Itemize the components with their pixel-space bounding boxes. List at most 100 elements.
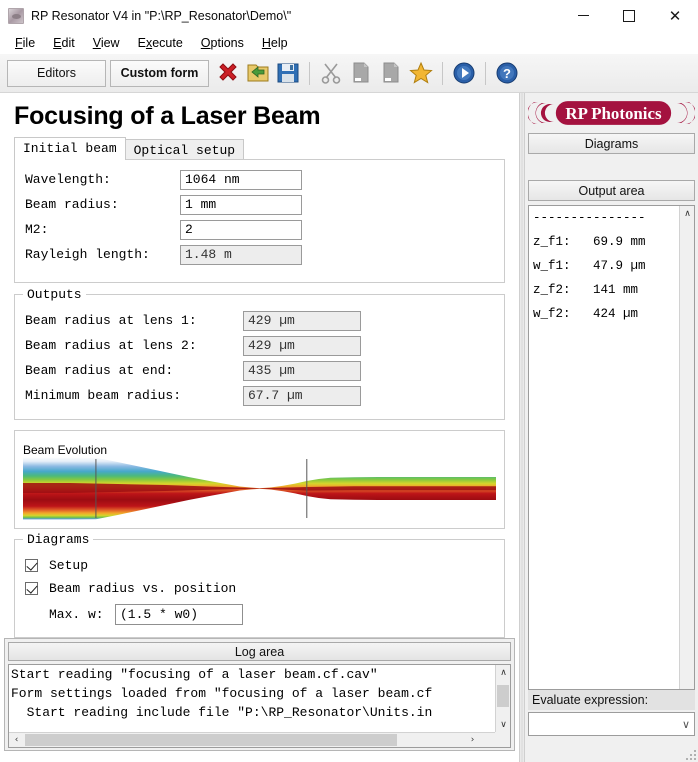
- cut-scissors-icon[interactable]: [316, 58, 346, 88]
- log-area-header: Log area: [8, 642, 511, 661]
- menu-edit[interactable]: Edit: [44, 34, 84, 52]
- label-wavelength: Wavelength:: [25, 172, 111, 187]
- checkbox-setup-label: Setup: [49, 558, 89, 573]
- field-row-wavelength: Wavelength:: [25, 168, 494, 191]
- save-disk-icon[interactable]: [273, 58, 303, 88]
- editors-button[interactable]: Editors: [7, 59, 106, 87]
- scrollbar-corner: [495, 732, 510, 747]
- label-beam-radius: Beam radius:: [25, 197, 119, 212]
- output-beam-radius-end: [243, 360, 361, 381]
- output-beam-radius-lens2: [243, 335, 361, 356]
- checkbox-row-setup[interactable]: Setup: [25, 554, 494, 577]
- output-line-1: ---------------: [533, 211, 646, 225]
- label-minimum-beam-radius: Minimum beam radius:: [25, 388, 182, 403]
- diagrams-legend: Diagrams: [23, 532, 94, 547]
- output-row-lens1: Beam radius at lens 1:: [25, 309, 494, 332]
- tab-optical-setup[interactable]: Optical setup: [124, 139, 245, 161]
- log-line-1: Start reading "focusing of a laser beam.…: [11, 667, 378, 682]
- beam-evolution-group: Beam Evolution: [14, 430, 505, 529]
- toolbar-separator-2: [442, 61, 443, 85]
- output-beam-radius-lens1: [243, 310, 361, 331]
- menu-file[interactable]: File: [6, 34, 44, 52]
- application-window: RP Resonator V4 in "P:\RP_Resonator\Demo…: [0, 0, 698, 762]
- label-m2: M2:: [25, 222, 49, 237]
- label-rayleigh-length: Rayleigh length:: [25, 247, 150, 262]
- log-horizontal-scroll-thumb[interactable]: [25, 734, 397, 746]
- main-panel: Focusing of a Laser Beam Initial beam Op…: [0, 93, 519, 762]
- window-title: RP Resonator V4 in "P:\RP_Resonator\Demo…: [31, 8, 292, 23]
- menu-bar: File Edit View Execute Options Help: [0, 31, 698, 54]
- toolbar-separator-1: [309, 61, 310, 85]
- log-area-body[interactable]: Start reading "focusing of a laser beam.…: [8, 664, 511, 748]
- app-icon: [8, 7, 24, 24]
- label-max-w: Max. w:: [49, 607, 104, 622]
- custom-form-button[interactable]: Custom form: [110, 59, 209, 87]
- label-beam-radius-end: Beam radius at end:: [25, 363, 174, 378]
- tab-initial-beam[interactable]: Initial beam: [14, 137, 126, 160]
- output-row-end: Beam radius at end:: [25, 359, 494, 382]
- input-max-w[interactable]: [115, 604, 243, 625]
- output-vertical-scrollbar[interactable]: ∧: [679, 206, 694, 689]
- input-rayleigh-length: [180, 244, 302, 265]
- log-scroll-right-button[interactable]: ›: [465, 732, 480, 747]
- delete-cross-icon[interactable]: [213, 58, 243, 88]
- sidebar-diagrams-button[interactable]: Diagrams: [528, 133, 695, 154]
- svg-text:?: ?: [503, 66, 511, 81]
- output-row-minimum: Minimum beam radius:: [25, 384, 494, 407]
- input-m2[interactable]: [180, 219, 302, 240]
- chevron-down-icon[interactable]: ∨: [682, 718, 690, 731]
- checkbox-beam-radius-vs-position-label: Beam radius vs. position: [49, 581, 237, 596]
- checkbox-row-beam-radius-vs-position[interactable]: Beam radius vs. position: [25, 577, 494, 600]
- output-minimum-beam-radius: [243, 385, 361, 406]
- diagrams-group: Diagrams Setup Beam radius vs. position …: [14, 532, 505, 638]
- log-scroll-up-button[interactable]: ∧: [496, 665, 510, 680]
- evaluate-expression-input[interactable]: ∨: [528, 712, 695, 736]
- input-beam-radius[interactable]: [180, 194, 302, 215]
- tab-strip: Initial beam Optical setup: [14, 137, 519, 161]
- minimize-button[interactable]: [560, 0, 606, 31]
- log-line-3: Start reading include file "P:\RP_Resona…: [11, 705, 433, 720]
- log-vertical-scroll-thumb[interactable]: [497, 685, 509, 707]
- beam-evolution-legend: Beam Evolution: [23, 443, 108, 457]
- sidebar: RP Photonics Diagrams Output area ------…: [525, 93, 698, 762]
- maximize-button[interactable]: [606, 0, 652, 31]
- copy-page-icon[interactable]: [346, 58, 376, 88]
- output-row-lens2: Beam radius at lens 2:: [25, 334, 494, 357]
- close-button[interactable]: ✕: [652, 0, 698, 31]
- log-horizontal-scrollbar[interactable]: ‹ ›: [9, 732, 495, 747]
- rp-photonics-logo: RP Photonics: [528, 97, 695, 129]
- evaluate-expression-label: Evaluate expression:: [528, 690, 695, 710]
- page-title: Focusing of a Laser Beam: [14, 102, 321, 130]
- beam-evolution-chart: [23, 457, 496, 520]
- output-area-box[interactable]: --------------- z_f1: 69.9 mm w_f1: 47.9…: [528, 205, 695, 690]
- menu-execute[interactable]: Execute: [129, 34, 192, 52]
- checkbox-beam-radius-vs-position[interactable]: [25, 582, 38, 595]
- log-scroll-left-button[interactable]: ‹: [9, 732, 24, 747]
- menu-view[interactable]: View: [84, 34, 129, 52]
- toolbar: Editors Custom form ?: [0, 54, 698, 93]
- label-beam-radius-lens2: Beam radius at lens 2:: [25, 338, 197, 353]
- output-line-4: z_f2: 141 mm: [533, 283, 639, 297]
- paste-page-icon[interactable]: [376, 58, 406, 88]
- menu-help[interactable]: Help: [253, 34, 297, 52]
- label-beam-radius-lens1: Beam radius at lens 1:: [25, 313, 197, 328]
- output-line-2: z_f1: 69.9 mm: [533, 235, 646, 249]
- log-scroll-down-button[interactable]: ∨: [496, 717, 510, 732]
- log-vertical-scrollbar[interactable]: ∧ ∨: [495, 665, 510, 732]
- sidebar-output-area-button[interactable]: Output area: [528, 180, 695, 201]
- run-play-icon[interactable]: [449, 58, 479, 88]
- checkbox-setup[interactable]: [25, 559, 38, 572]
- input-wavelength[interactable]: [180, 169, 302, 190]
- output-scroll-up-button[interactable]: ∧: [680, 206, 694, 221]
- open-folder-icon[interactable]: [243, 58, 273, 88]
- output-line-5: w_f2: 424 µm: [533, 307, 639, 321]
- resize-grip[interactable]: [684, 748, 696, 760]
- max-w-row: Max. w:: [49, 602, 494, 627]
- help-question-icon[interactable]: ?: [492, 58, 522, 88]
- field-row-beam-radius: Beam radius:: [25, 193, 494, 216]
- toolbar-separator-3: [485, 61, 486, 85]
- log-line-2: Form settings loaded from "focusing of a…: [11, 686, 433, 701]
- favorite-star-icon[interactable]: [406, 58, 436, 88]
- menu-options[interactable]: Options: [192, 34, 253, 52]
